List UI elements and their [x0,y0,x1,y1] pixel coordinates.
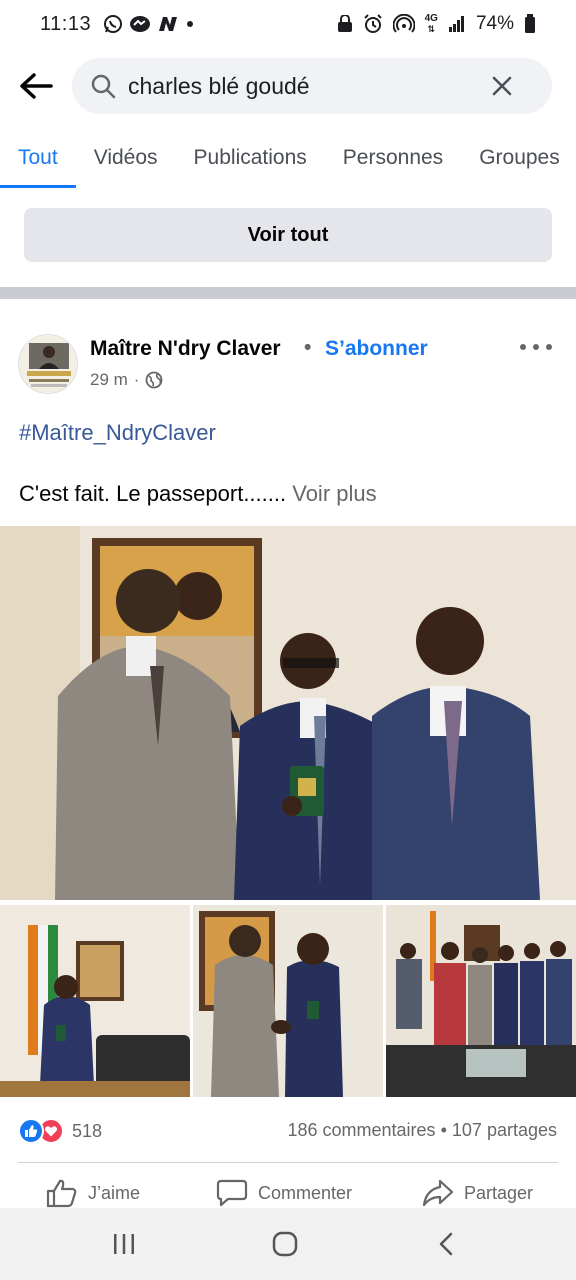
tab-people[interactable]: Personnes [325,132,461,188]
search-filter-tabs: Tout Vidéos Publications Personnes Group… [0,132,576,192]
battery-percentage: 74% [475,13,514,34]
reaction-count: 518 [72,1120,103,1141]
photo-three-men-passport [0,526,576,900]
post-meta: 29 m · [90,370,163,390]
post-body: C'est fait. Le passeport....... [19,481,287,506]
author-separator: • [304,336,312,359]
post-main-photo[interactable] [0,526,576,900]
notification-dot-icon [185,19,195,29]
post-author-name[interactable]: Maître N'dry Claver [90,337,281,361]
alarm-icon [363,14,383,34]
like-button[interactable]: J’aime [46,1178,140,1208]
post-photo-thumbnail[interactable] [0,905,190,1097]
post-photo-thumbnail[interactable] [386,905,576,1097]
recent-apps-icon [114,1234,134,1254]
clear-search-icon[interactable] [490,74,514,98]
like-label: J’aime [88,1182,141,1203]
share-button[interactable]: Partager [422,1178,533,1208]
chevron-left-icon [439,1232,453,1256]
post-hashtag-link[interactable]: #Maître_NdryClaver [19,420,216,446]
search-query: charles blé goudé [128,72,310,99]
post-photo-thumbnail[interactable] [193,905,383,1097]
see-more-link[interactable]: Voir plus [292,481,376,506]
tab-groups[interactable]: Groupes [461,132,576,188]
system-back-button[interactable] [426,1228,466,1260]
post-time[interactable]: 29 m [90,370,128,390]
section-divider [0,287,576,299]
tab-posts[interactable]: Publications [176,132,325,188]
thumbs-up-icon [46,1179,77,1208]
post-text: C'est fait. Le passeport....... Voir plu… [19,481,377,507]
network-type-icon: 4G ⇅ [424,13,438,35]
author-avatar[interactable] [18,334,78,394]
globe-icon [146,371,163,389]
whatsapp-icon [103,14,123,34]
photo-group [386,905,576,1097]
hotspot-icon [392,14,415,34]
home-icon [272,1231,298,1257]
shares-count-link[interactable]: 107 partages [452,1120,557,1140]
status-time: 11:13 [40,12,92,35]
search-header: charles blé goudé [0,56,576,116]
search-input[interactable]: charles blé goudé [72,58,552,114]
stats-separator: • [440,1120,447,1140]
see-all-button[interactable]: Voir tout [24,208,552,262]
system-navigation-bar [0,1208,576,1280]
messenger-icon [129,14,151,34]
meta-separator: · [133,370,140,389]
share-arrow-icon [422,1179,454,1207]
tab-videos[interactable]: Vidéos [76,132,176,188]
back-button[interactable] [16,66,56,106]
recent-apps-button[interactable] [104,1228,144,1260]
signal-icon [448,15,466,33]
photo-handshake [193,905,383,1097]
avatar-image [19,335,77,393]
comment-bubble-icon [216,1179,248,1207]
back-arrow-icon [20,73,53,99]
follow-button[interactable]: S’abonner [325,337,428,361]
post-more-options-icon[interactable] [520,340,552,354]
comment-label: Commenter [258,1182,353,1203]
reactions-summary[interactable]: 518 [18,1116,102,1146]
lock-screen-icon [337,15,353,33]
comment-button[interactable]: Commenter [216,1178,352,1208]
home-button[interactable] [265,1228,305,1260]
comments-count-link[interactable]: 186 commentaires [287,1120,435,1140]
news-app-icon [157,15,179,33]
battery-icon [524,14,536,34]
search-icon [91,74,116,99]
share-label: Partager [464,1182,534,1203]
status-bar: 11:13 4G ⇅ 74% [0,0,576,48]
actions-divider [18,1162,558,1163]
photo-man-with-flag [0,905,190,1097]
like-reaction-icon [18,1118,44,1144]
tab-all[interactable]: Tout [0,132,76,188]
post-stats: 186 commentaires • 107 partages [287,1120,557,1141]
